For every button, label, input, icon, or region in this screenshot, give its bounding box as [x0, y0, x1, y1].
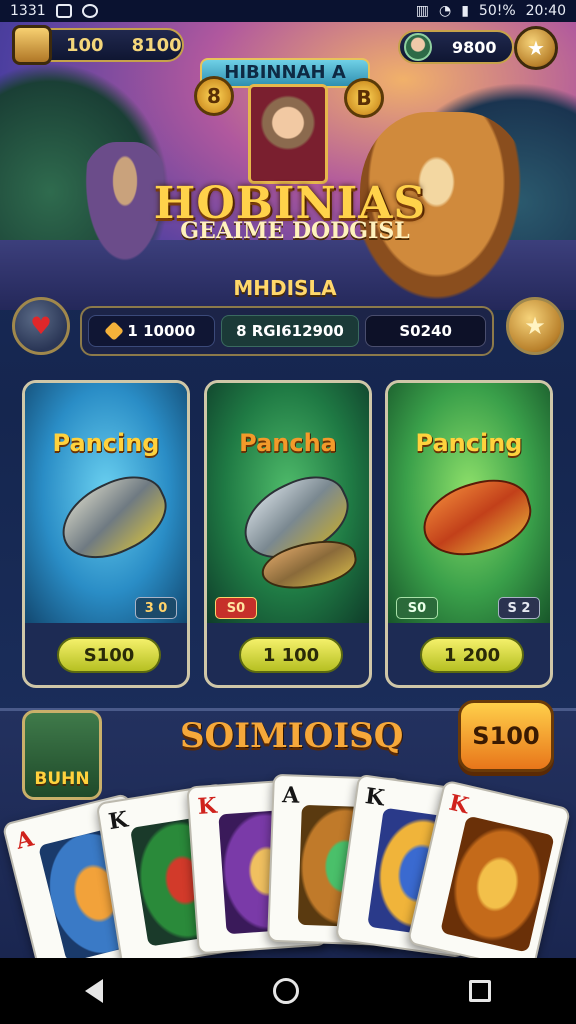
medal-right-icon: B: [344, 78, 384, 118]
battery-text: 50!%: [478, 3, 516, 19]
rewards-button[interactable]: ★: [506, 297, 564, 355]
wifi-icon: ◔: [438, 3, 452, 19]
status-bar: 1331 ▥ ◔ ▮ 50!% 20:40: [0, 0, 576, 22]
star-icon: ★: [524, 312, 546, 340]
card-rank: A: [13, 825, 37, 855]
bundle-buy-button[interactable]: S100: [458, 700, 554, 772]
add-coins-button[interactable]: ★: [514, 26, 558, 70]
android-nav-bar: [0, 958, 576, 1024]
card-rank: A: [281, 782, 300, 809]
coin-stack-icon: [12, 25, 52, 65]
bundle-title: SOIMIOISQ: [180, 716, 404, 756]
medal-left-text: 8: [207, 84, 221, 108]
heart-icon: ♥: [30, 312, 52, 340]
gem-icon: [104, 321, 125, 341]
bundle-icon-button[interactable]: BUHN: [22, 710, 102, 800]
fishing-card-title: Pancha: [239, 429, 337, 457]
card-rank: K: [363, 783, 387, 812]
vibrate-icon: ▥: [415, 3, 429, 19]
player-score[interactable]: 9800: [398, 30, 514, 64]
fishing-card-buy-button[interactable]: 1 100: [239, 637, 343, 673]
stat-tickets: S0240: [365, 315, 486, 347]
fishing-card-2[interactable]: Pancha S0 1 100: [204, 380, 372, 688]
favorites-button[interactable]: ♥: [12, 297, 70, 355]
game-tagline: MHDISLA: [233, 276, 337, 300]
medal-right-text: B: [356, 86, 372, 110]
fishing-card-1[interactable]: Pancing 3 0 S100: [22, 380, 190, 688]
back-icon[interactable]: [85, 979, 103, 1003]
star-icon: ★: [527, 36, 545, 60]
card-rank: K: [196, 792, 218, 820]
stat-coins-value: 1 10000: [127, 322, 196, 340]
clock-text: 20:40: [525, 3, 566, 19]
avatar: [404, 33, 432, 61]
notification-icon: [55, 4, 72, 18]
stat-tickets-value: S0240: [399, 322, 452, 340]
card-rank: K: [446, 789, 472, 820]
game-subtitle: GEAIME DODGISL: [180, 218, 410, 244]
hero-portrait: [248, 84, 328, 184]
status-time-left: 1331: [10, 3, 46, 19]
fishing-card-badge: 3 0: [135, 597, 177, 619]
bundle-icon-label: BUHN: [34, 769, 90, 789]
player-score-value: 9800: [452, 37, 497, 57]
fishing-card-3[interactable]: Pancing S0 S 2 1 200: [385, 380, 553, 688]
card-rank: K: [106, 806, 130, 836]
stat-coins: 1 10000: [88, 315, 215, 347]
stat-gems-value: 8 RGI612900: [236, 322, 344, 340]
stat-gems: 8 RGI612900: [220, 315, 360, 347]
fishing-card-buy-button[interactable]: S100: [57, 637, 161, 673]
fishing-card-badge: S0: [215, 597, 257, 619]
coin-balance-label: 100: [66, 34, 104, 56]
medal-left-icon: 8: [194, 76, 234, 116]
game-screen: 1331 ▥ ◔ ▮ 50!% 20:40 100 8100 9800 ★ HI…: [0, 0, 576, 1024]
fishing-card-title: Pancing: [52, 429, 160, 457]
recents-icon[interactable]: [469, 980, 491, 1002]
signal-icon: ▮: [461, 3, 469, 19]
card-art: [440, 815, 555, 953]
coin-balance-total: 8100: [131, 34, 182, 56]
fishing-card-badge-right: S 2: [498, 597, 540, 619]
stats-bar: 1 10000 8 RGI612900 S0240: [80, 306, 494, 356]
app-icon: [81, 4, 98, 18]
home-icon[interactable]: [273, 978, 299, 1004]
coin-balance[interactable]: 100 8100: [12, 25, 184, 65]
fishing-card-title: Pancing: [415, 429, 523, 457]
fishing-card-buy-button[interactable]: 1 200: [420, 637, 524, 673]
fishing-card-badge-left: S0: [396, 597, 438, 619]
